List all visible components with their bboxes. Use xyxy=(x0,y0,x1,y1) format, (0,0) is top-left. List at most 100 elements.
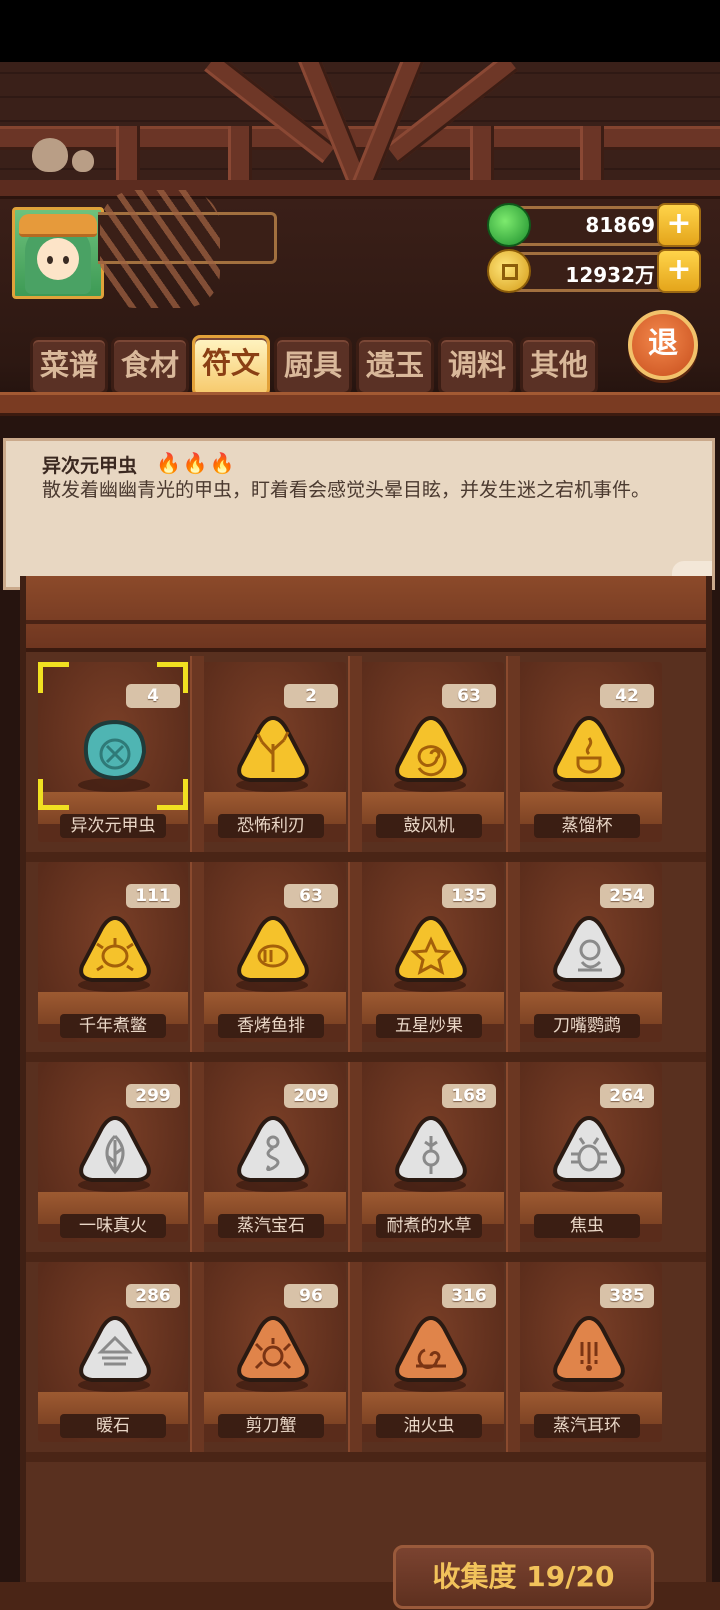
rune-name: 蒸汽耳环 xyxy=(534,1414,640,1438)
rune-slot[interactable]: 恐怖利刃 2 xyxy=(196,662,346,842)
rune-spiral-icon xyxy=(395,715,467,782)
chick-icon xyxy=(72,150,94,172)
coin-currency: 12932万 + xyxy=(487,249,701,293)
copper-coin-icon xyxy=(487,249,531,293)
exit-button[interactable]: 退 xyxy=(628,310,698,380)
roof-beam xyxy=(0,180,720,199)
rune-name: 剪刀蟹 xyxy=(218,1414,324,1438)
rune-name: 蒸馏杯 xyxy=(534,814,640,838)
avatar-eye xyxy=(47,256,53,264)
rarity-flames-icon: 🔥🔥🔥 xyxy=(156,451,237,475)
collection-progress: 收集度 19/20 xyxy=(393,1545,654,1609)
avatar-eye xyxy=(63,256,69,264)
rune-slot[interactable]: 蒸汽宝石 209 xyxy=(196,1062,346,1242)
rune-crab-icon xyxy=(237,1315,309,1382)
coin-value: 12932万 xyxy=(565,263,655,287)
rune-turtle-icon xyxy=(79,915,151,982)
rune-cup-icon xyxy=(553,715,625,782)
rune-count-badge: 385 xyxy=(600,1284,654,1308)
rune-count-badge: 316 xyxy=(442,1284,496,1308)
rune-name: 异次元甲虫 xyxy=(60,814,166,838)
rune-count-badge: 299 xyxy=(126,1084,180,1108)
selection-frame xyxy=(38,662,188,810)
avatar-face xyxy=(37,238,79,280)
rune-count-badge: 168 xyxy=(442,1084,496,1108)
rune-weed-icon xyxy=(395,1115,467,1182)
tab-cookware[interactable]: 厨具 xyxy=(274,337,352,395)
status-bar xyxy=(0,0,720,62)
rune-count-badge: 63 xyxy=(442,684,496,708)
rune-count-badge: 209 xyxy=(284,1084,338,1108)
shelf-plank xyxy=(26,1052,706,1062)
rune-name: 耐煮的水草 xyxy=(376,1214,482,1238)
rune-earring-icon xyxy=(553,1315,625,1382)
avatar-hat xyxy=(19,214,97,237)
rune-name: 一味真火 xyxy=(60,1214,166,1238)
rune-slot[interactable]: 蒸汽耳环 385 xyxy=(512,1262,662,1442)
item-description-panel: 异次元甲虫 🔥🔥🔥 散发着幽幽青光的甲虫，盯着看会感觉头晕目眩，并发生迷之宕机事… xyxy=(3,438,715,590)
jade-currency: 81869 + xyxy=(487,203,701,247)
rune-name: 千年煮鳖 xyxy=(60,1014,166,1038)
add-coin-button[interactable]: + xyxy=(657,249,701,293)
roof-rafter xyxy=(0,126,720,150)
rune-stone-icon xyxy=(79,1315,151,1382)
rune-slot[interactable]: 香烤鱼排 63 xyxy=(196,862,346,1042)
rune-count-badge: 264 xyxy=(600,1084,654,1108)
rune-count-badge: 2 xyxy=(284,684,338,708)
tab-runes[interactable]: 符文 xyxy=(192,335,270,397)
rune-name: 油火虫 xyxy=(376,1414,482,1438)
rune-leaf-icon xyxy=(79,1115,151,1182)
rune-count-badge: 111 xyxy=(126,884,180,908)
selected-item-description: 散发着幽幽青光的甲虫，盯着看会感觉头晕目眩，并发生迷之宕机事件。 xyxy=(42,479,651,501)
rune-count-badge: 286 xyxy=(126,1284,180,1308)
game-scene: 81869 + 12932万 + 退 菜谱 食材 符文 厨具 遗玉 调料 其他 … xyxy=(0,62,720,1610)
player-avatar[interactable] xyxy=(12,207,104,299)
rune-slot[interactable]: 焦虫 264 xyxy=(512,1062,662,1242)
add-jade-button[interactable]: + xyxy=(657,203,701,247)
tab-bar-base xyxy=(0,392,720,416)
rune-count-badge: 96 xyxy=(284,1284,338,1308)
rune-slot[interactable]: 剪刀蟹 96 xyxy=(196,1262,346,1442)
rune-slot[interactable]: 千年煮鳖 111 xyxy=(38,862,188,1042)
rune-slot[interactable]: 暖石 286 xyxy=(38,1262,188,1442)
tab-relics[interactable]: 遗玉 xyxy=(356,337,434,395)
rune-slot[interactable]: 鼓风机 63 xyxy=(354,662,504,842)
shelf-plank xyxy=(26,852,706,862)
shelf-plank xyxy=(26,1452,706,1462)
tab-ingredients[interactable]: 食材 xyxy=(111,337,189,395)
rune-parrot-icon xyxy=(553,915,625,982)
chick-icon xyxy=(32,138,68,172)
rune-antler-icon xyxy=(237,715,309,782)
rune-bug-icon xyxy=(553,1115,625,1182)
rune-name: 暖石 xyxy=(60,1414,166,1438)
tab-recipes[interactable]: 菜谱 xyxy=(30,337,108,395)
rune-name: 刀嘴鹦鹉 xyxy=(534,1014,640,1038)
rune-count-badge: 42 xyxy=(600,684,654,708)
rune-slot[interactable]: 一味真火 299 xyxy=(38,1062,188,1242)
tab-other[interactable]: 其他 xyxy=(520,337,598,395)
rune-name: 蒸汽宝石 xyxy=(218,1214,324,1238)
redaction-scribble xyxy=(100,190,220,308)
rune-slot[interactable]: 五星炒果 135 xyxy=(354,862,504,1042)
rune-name: 恐怖利刃 xyxy=(218,814,324,838)
rune-name: 焦虫 xyxy=(534,1214,640,1238)
rune-slot[interactable]: 油火虫 316 xyxy=(354,1262,504,1442)
rune-name: 香烤鱼排 xyxy=(218,1014,324,1038)
rune-count-badge: 135 xyxy=(442,884,496,908)
rune-star-icon xyxy=(395,915,467,982)
rune-count-badge: 63 xyxy=(284,884,338,908)
rune-slot[interactable]: 耐煮的水草 168 xyxy=(354,1062,504,1242)
jade-value: 81869 xyxy=(585,213,655,237)
rune-slot[interactable]: 刀嘴鹦鹉 254 xyxy=(512,862,662,1042)
rune-slot[interactable]: 蒸馏杯 42 xyxy=(512,662,662,842)
rune-slot[interactable]: 异次元甲虫 4 xyxy=(38,662,188,842)
rune-count-badge: 254 xyxy=(600,884,654,908)
shelf-plank xyxy=(26,1252,706,1262)
tab-seasonings[interactable]: 调料 xyxy=(438,337,516,395)
shelf-top xyxy=(26,576,706,652)
rune-name: 五星炒果 xyxy=(376,1014,482,1038)
rune-name: 鼓风机 xyxy=(376,814,482,838)
rune-snail-icon xyxy=(395,1315,467,1382)
jade-gem-icon xyxy=(487,203,531,247)
rune-swirl-icon xyxy=(237,1115,309,1182)
